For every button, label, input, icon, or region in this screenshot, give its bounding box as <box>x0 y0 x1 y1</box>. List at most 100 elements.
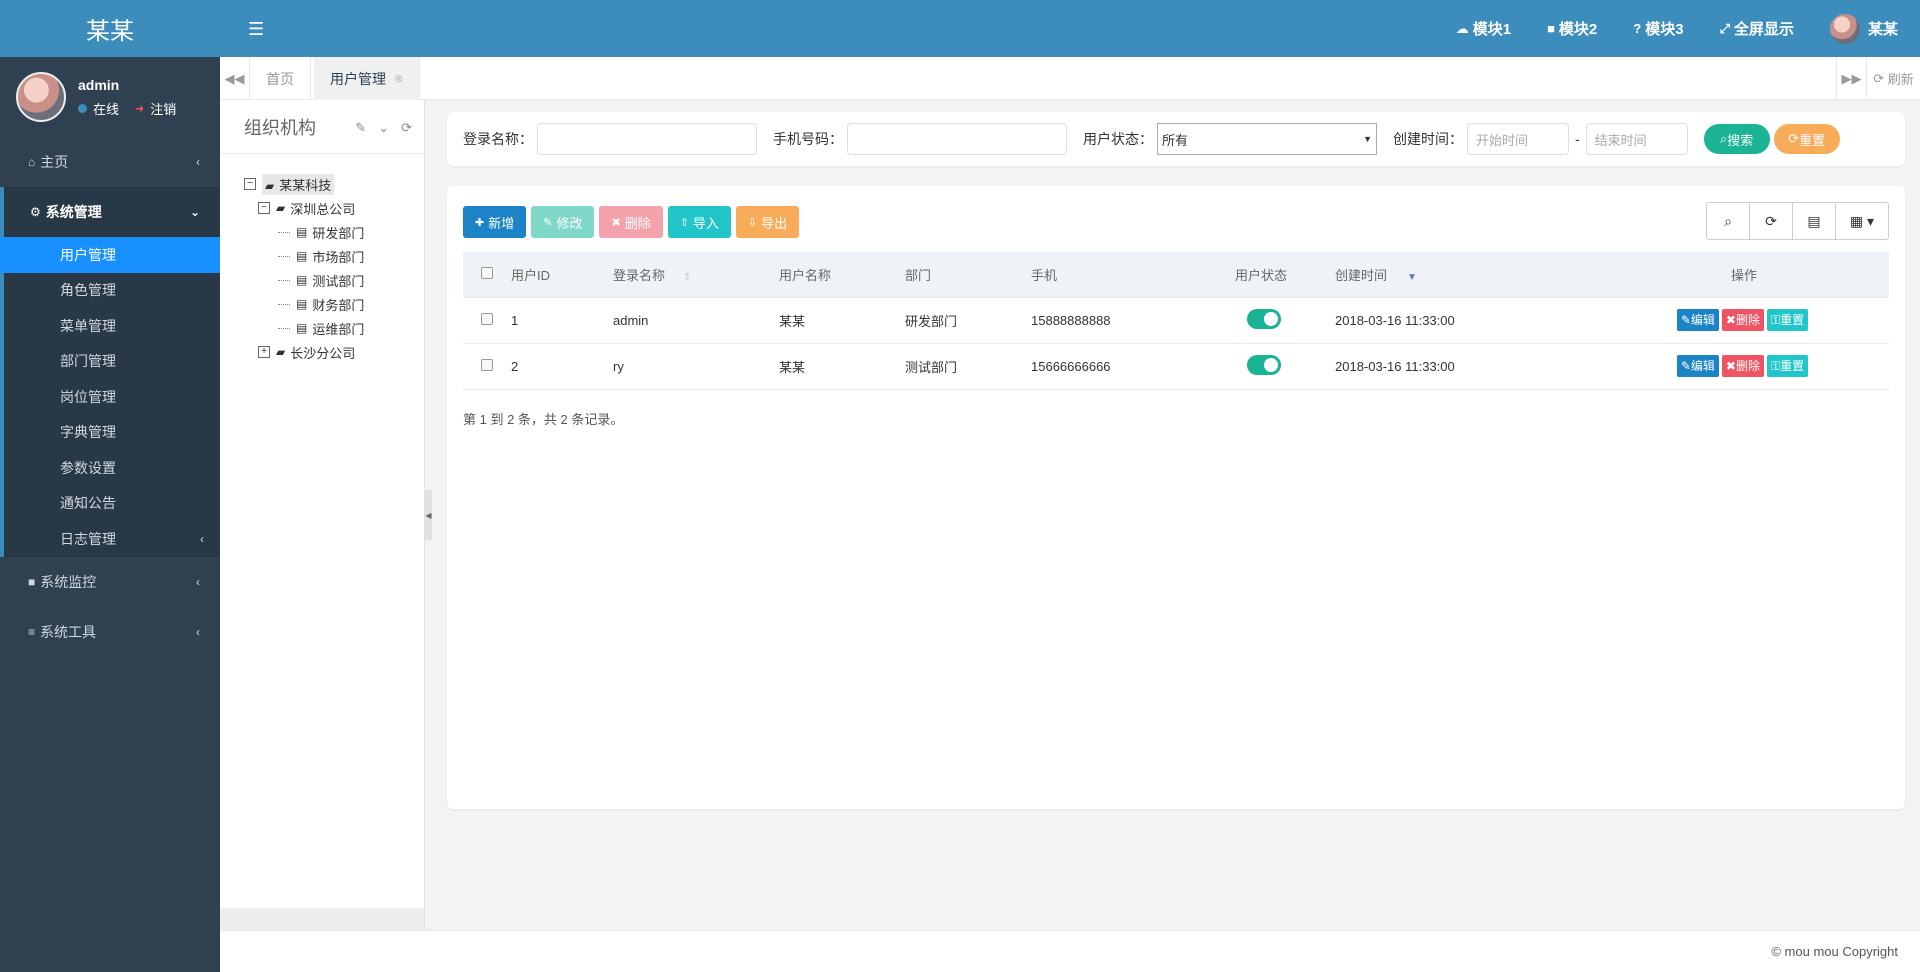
row-reset-button[interactable]: ⚿重置 <box>1767 355 1809 377</box>
row-delete-button[interactable]: ✖删除 <box>1721 355 1764 377</box>
pagination-summary: 第 1 到 2 条，共 2 条记录。 <box>463 412 624 427</box>
tree-node-dept[interactable]: ▤ 财务部门 <box>244 292 424 316</box>
row-edit-button[interactable]: ✎编辑 <box>1676 309 1719 331</box>
delete-button-label: 删除 <box>624 215 651 231</box>
tree-node-dept[interactable]: ▤ 运维部门 <box>244 316 424 340</box>
cell-actions: ✎编辑 ✖删除 ⚿重置 <box>1599 297 1889 344</box>
tree-node-label: 财务部门 <box>312 297 365 313</box>
logout-icon[interactable]: ➜ <box>135 102 144 115</box>
org-tree-tools: ✎ ⌄ ⟳ <box>355 120 412 136</box>
sidebar-item-tools[interactable]: ≡ 系统工具 ‹ <box>0 607 220 657</box>
row-checkbox[interactable] <box>481 358 493 371</box>
video-icon: ■ <box>28 574 36 589</box>
module3-link[interactable]: ? 模块3 <box>1633 18 1683 39</box>
sidebar-group-system: ⚙ 系统管理 ⌄ 用户管理 角色管理 菜单管理 部门管理 岗位管理 字典管理 参… <box>0 187 220 557</box>
collapse-panel-icon[interactable]: ◀ <box>425 490 432 540</box>
edit-button[interactable]: ✎ 修改 <box>531 206 595 238</box>
select-all-checkbox[interactable] <box>481 266 493 279</box>
user-avatar[interactable] <box>16 72 66 122</box>
table-toolbar: ✚ 新增 ✎ 修改 ✖ 删除 ⇧ 导入 ⇩ 导出 <box>463 206 800 238</box>
expand-icon[interactable]: + <box>258 346 270 358</box>
sidebar-subitem-dept[interactable]: 部门管理 <box>4 344 220 380</box>
row-reset-button[interactable]: ⚿重置 <box>1767 309 1809 331</box>
brand-logo[interactable]: 某某 <box>0 0 220 57</box>
export-button[interactable]: ⇩ 导出 <box>735 206 800 238</box>
tree-horizontal-scrollbar[interactable] <box>220 908 424 930</box>
table-row[interactable]: 1 admin 某某 研发部门 15888888888 2018-03-16 1… <box>463 297 1889 344</box>
sidebar-subitem-post[interactable]: 岗位管理 <box>4 379 220 415</box>
user-menu[interactable]: 某某 <box>1829 13 1898 44</box>
user-table: 用户ID 登录名称 ⇕ 用户名称 部门 手机 用户状态 创建时间 ▼ 操作 1 ad… <box>463 252 1889 390</box>
login-name-input[interactable] <box>537 123 757 155</box>
start-time-input[interactable]: 开始时间 <box>1467 123 1569 155</box>
sidebar-item-home[interactable]: ⌂ 主页 ‹ <box>0 137 220 187</box>
status-toggle[interactable] <box>1247 354 1281 375</box>
org-tree-header: 组织机构 ✎ ⌄ ⟳ <box>220 100 424 154</box>
tree-node-dept[interactable]: ▤ 市场部门 <box>244 244 424 268</box>
tree-node-company1[interactable]: − ▰ 深圳总公司 <box>244 196 424 220</box>
file-icon: ▤ <box>296 249 308 263</box>
tree-node-company2[interactable]: + ▰ 长沙分公司 <box>244 340 424 364</box>
column-header[interactable]: 用户名称 <box>779 252 905 298</box>
toggle-view-icon[interactable]: ▤ <box>1793 203 1836 239</box>
column-header[interactable]: 部门 <box>905 252 1031 298</box>
column-header[interactable]: 手机 <box>1031 252 1235 298</box>
import-button[interactable]: ⇧ 导入 <box>667 206 731 238</box>
times-icon: ✖ <box>611 216 621 229</box>
tree-node-dept[interactable]: ▤ 研发部门 <box>244 220 424 244</box>
sidebar-item-system[interactable]: ⚙ 系统管理 ⌄ <box>4 187 220 237</box>
tree-node-selected[interactable]: ▰ 某某科技 <box>262 173 335 195</box>
columns-icon[interactable]: ▦ ▾ <box>1836 203 1888 239</box>
row-checkbox[interactable] <box>481 312 493 325</box>
column-header[interactable]: 登录名称 ⇕ <box>613 252 779 298</box>
tree-node-root[interactable]: − ▰ 某某科技 <box>244 172 424 196</box>
page-footer: © mou mou Copyright <box>220 930 1920 972</box>
fullscreen-label: 全屏显示 <box>1733 21 1794 38</box>
tabs-scroll-right-icon[interactable]: ▶▶ <box>1836 57 1866 100</box>
module1-link[interactable]: ☁ 模块1 <box>1456 18 1511 39</box>
logout-link[interactable]: 注销 <box>150 99 176 118</box>
collapse-icon[interactable]: − <box>244 178 256 190</box>
phone-input[interactable] <box>847 123 1067 155</box>
status-select[interactable]: 所有 ▼ <box>1157 123 1377 155</box>
column-header: 操作 <box>1599 252 1889 298</box>
tree-node-label: 市场部门 <box>312 249 365 265</box>
row-delete-button[interactable]: ✖删除 <box>1721 309 1764 331</box>
tree-node-dept[interactable]: ▤ 测试部门 <box>244 268 424 292</box>
search-button[interactable]: ⌕ 搜索 <box>1703 124 1770 154</box>
tabs-scroll-left-icon[interactable]: ◀◀ <box>220 57 250 100</box>
org-tree: − ▰ 某某科技 − ▰ 深圳总公司 ▤ 研发部门 ▤ 市场部门 ▤ 测试部门 ▤ 财务部… <box>220 154 424 364</box>
panel-splitter[interactable]: ◀ <box>424 100 432 930</box>
tab-home[interactable]: 首页 <box>250 57 311 100</box>
reset-button[interactable]: ⟳ 重置 <box>1773 124 1840 154</box>
column-header[interactable]: 创建时间 ▼ <box>1335 252 1599 298</box>
refresh-icon[interactable]: ⟳ <box>401 120 412 136</box>
edit-icon[interactable]: ✎ <box>355 120 366 136</box>
end-time-input[interactable]: 结束时间 <box>1585 123 1688 155</box>
sidebar-subitem-config[interactable]: 参数设置 <box>4 450 220 486</box>
search-toggle-icon[interactable]: ⌕ <box>1707 203 1750 239</box>
sidebar-subitem-menu[interactable]: 菜单管理 <box>4 308 220 344</box>
add-button[interactable]: ✚ 新增 <box>463 206 527 238</box>
delete-button[interactable]: ✖ 删除 <box>599 206 663 238</box>
column-header[interactable]: 用户ID <box>511 252 613 298</box>
tab-user-management[interactable]: 用户管理 ⊗ <box>314 57 421 100</box>
sidebar-subitem-role[interactable]: 角色管理 <box>4 273 220 309</box>
sidebar-subitem-dict[interactable]: 字典管理 <box>4 415 220 451</box>
collapse-icon[interactable]: − <box>258 202 270 214</box>
sidebar-subitem-log[interactable]: 日志管理 ‹ <box>4 521 220 557</box>
table-row[interactable]: 2 ry 某某 测试部门 15666666666 2018-03-16 11:3… <box>463 343 1889 390</box>
chevron-down-icon[interactable]: ⌄ <box>378 120 389 136</box>
refresh-tab-button[interactable]: ⟳ 刷新 <box>1866 57 1920 100</box>
fullscreen-link[interactable]: ⤢ 全屏显示 <box>1720 18 1794 39</box>
sidebar-subitem-notice[interactable]: 通知公告 <box>4 486 220 522</box>
close-tab-icon[interactable]: ⊗ <box>394 72 403 85</box>
column-header[interactable]: 用户状态 <box>1235 252 1335 298</box>
menu-toggle-icon[interactable]: ☰ <box>248 19 264 40</box>
refresh-icon[interactable]: ⟳ <box>1750 203 1793 239</box>
module2-link[interactable]: ■ 模块2 <box>1547 18 1597 39</box>
status-toggle[interactable] <box>1247 308 1281 329</box>
row-edit-button[interactable]: ✎编辑 <box>1676 355 1719 377</box>
sidebar-subitem-user[interactable]: 用户管理 <box>0 237 220 273</box>
sidebar-item-monitor[interactable]: ■ 系统监控 ‹ <box>0 557 220 607</box>
